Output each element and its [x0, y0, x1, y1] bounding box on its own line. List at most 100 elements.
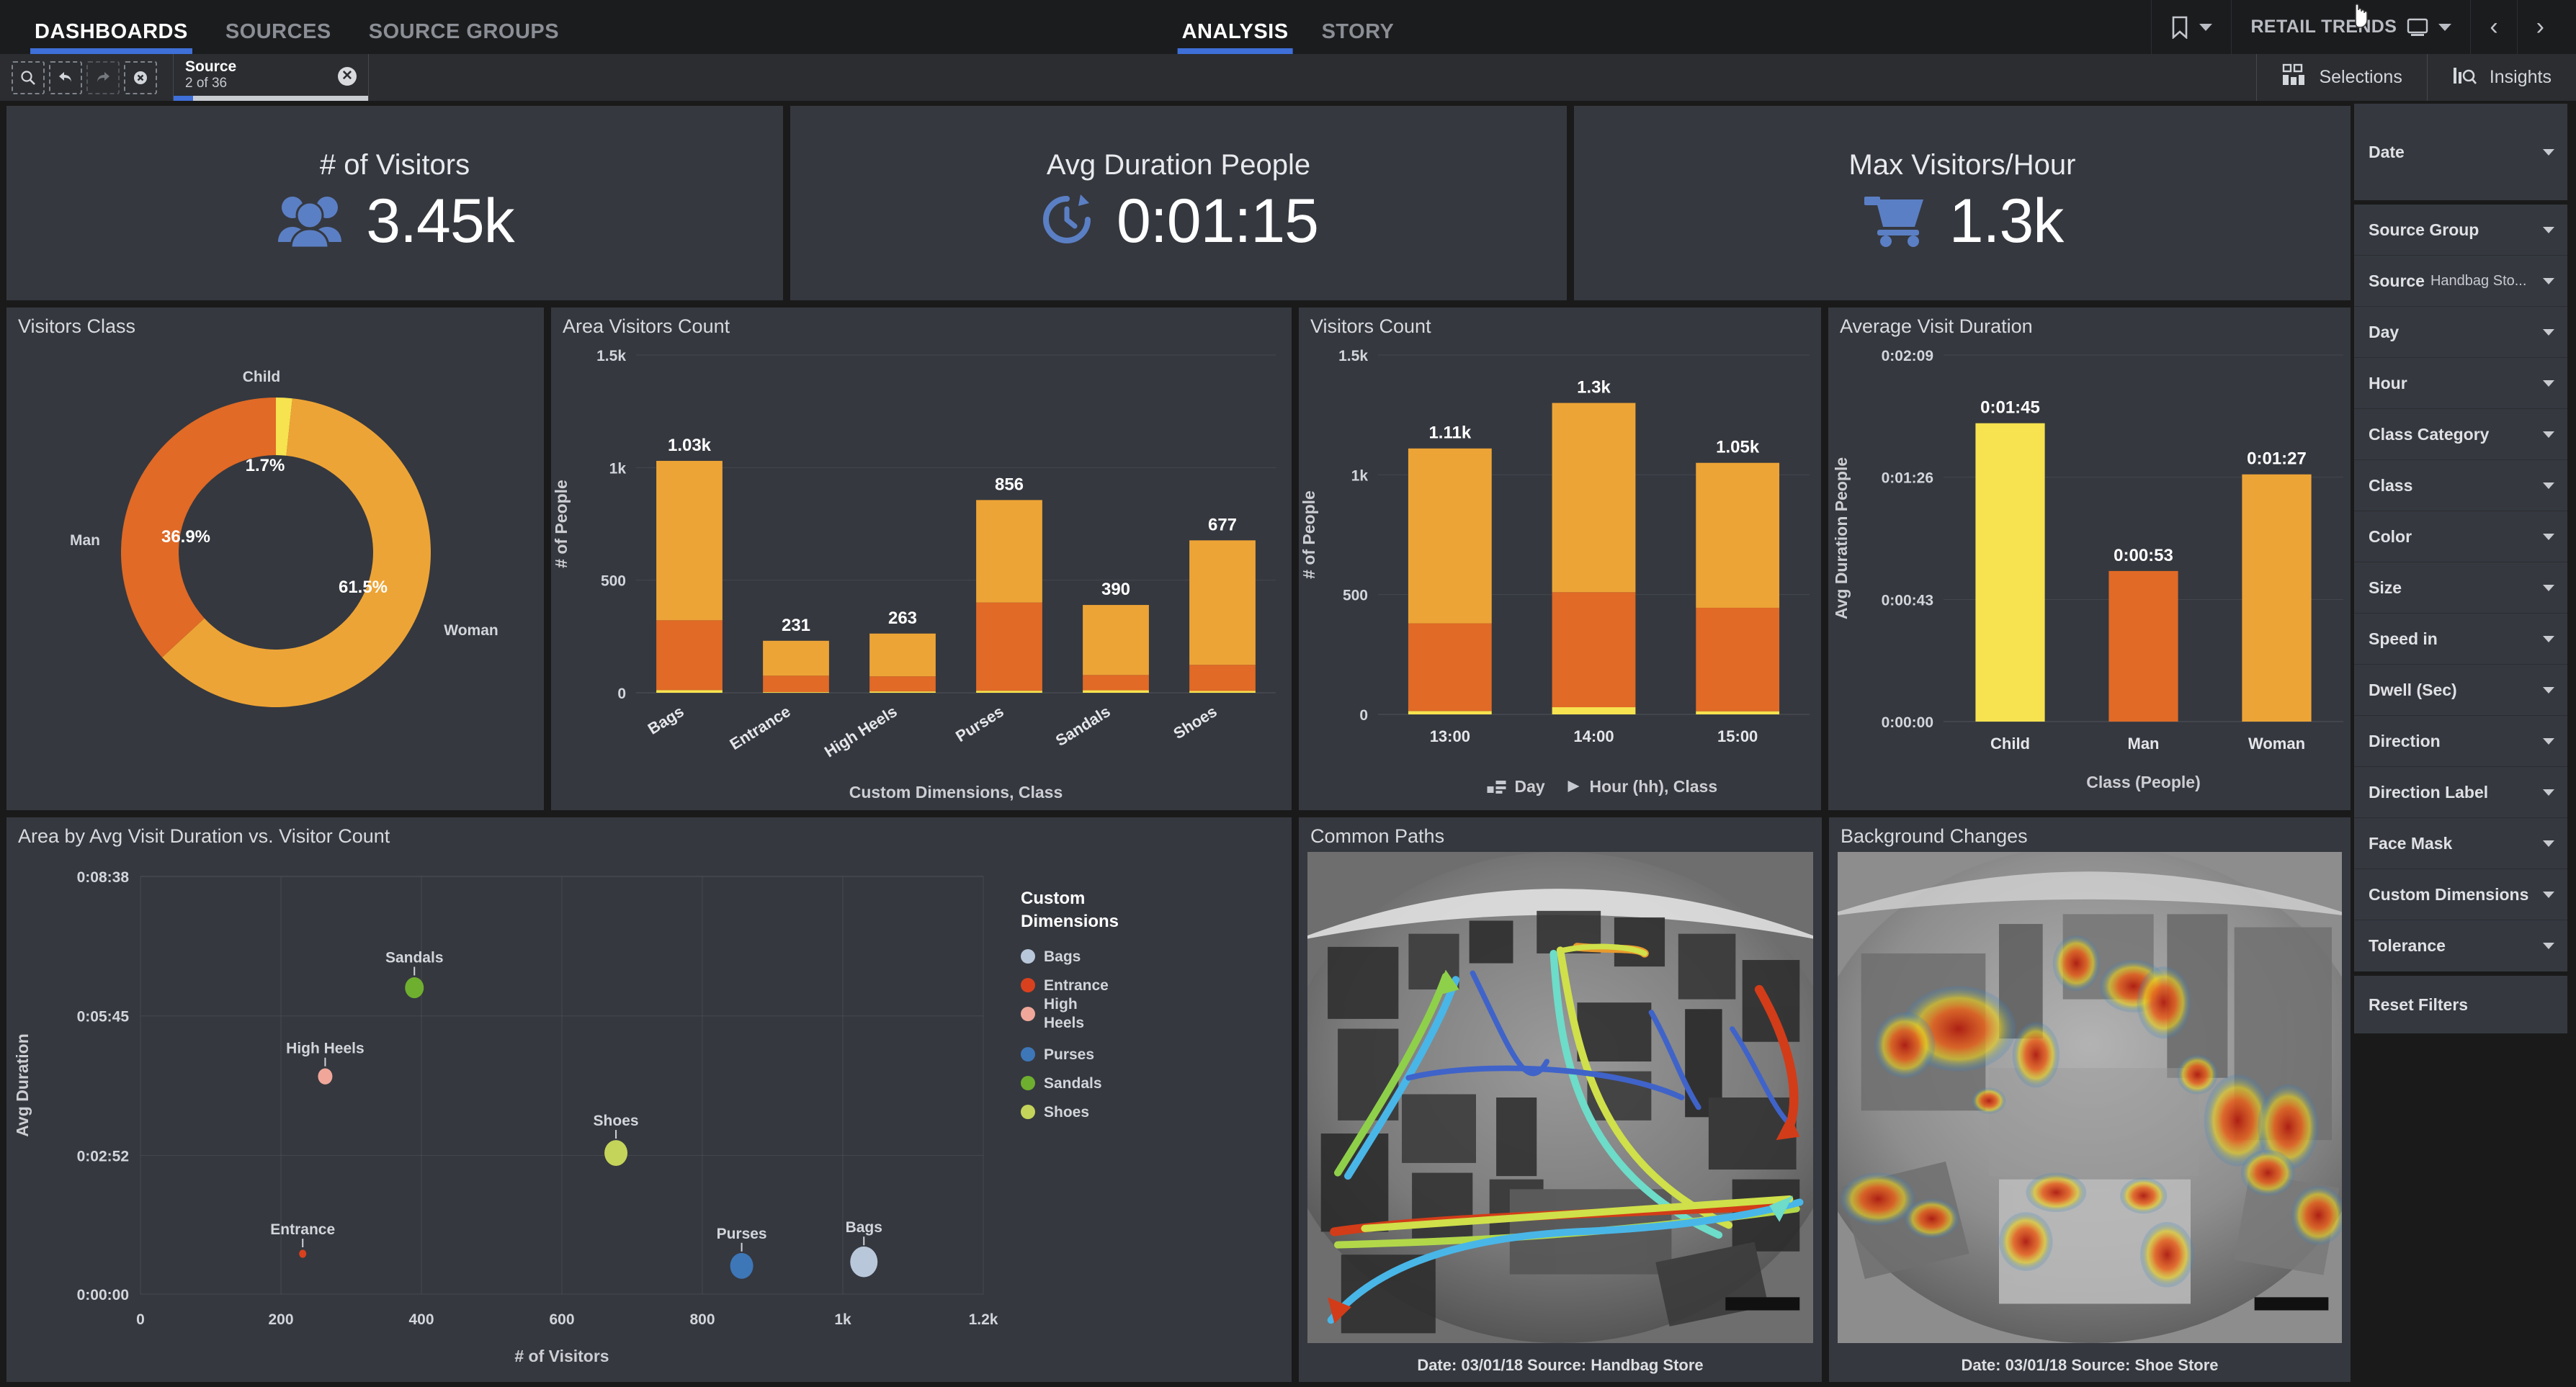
bar-segment[interactable]	[869, 633, 936, 677]
filter-item-date[interactable]: Date	[2354, 104, 2567, 200]
bar-segment[interactable]	[1189, 540, 1256, 665]
panel-area-visitors-count[interactable]: Area Visitors Count 0 500 1k 1.5k 1.03k Bags 2…	[550, 307, 1292, 811]
filter-item-speed-in[interactable]: Speed in	[2354, 614, 2567, 665]
bar-segment[interactable]	[656, 460, 723, 621]
legend-label[interactable]: Purses	[1044, 1046, 1094, 1063]
legend-label[interactable]: High	[1044, 996, 1078, 1013]
bar-segment[interactable]	[1083, 675, 1149, 691]
bar-segment[interactable]	[1552, 592, 1636, 708]
bar-segment[interactable]	[1408, 448, 1492, 624]
filter-item-dwell-sec[interactable]: Dwell (Sec)	[2354, 665, 2567, 716]
scatter-point-sandals[interactable]	[405, 977, 424, 999]
x-category-label[interactable]: Entrance	[727, 702, 794, 753]
bar-segment[interactable]	[976, 500, 1042, 603]
sheet-selector[interactable]: RETAIL TRENDS	[2231, 0, 2470, 54]
legend-swatch-high-heels[interactable]	[1021, 1007, 1035, 1021]
average-visit-duration-chart[interactable]: 0:00:00 0:00:43 0:01:26 0:02:09 0:01:45 Child…	[1828, 336, 2356, 808]
x-category-label[interactable]: Shoes	[1170, 702, 1220, 742]
next-sheet-button[interactable]: ›	[2516, 0, 2563, 54]
scatter-point-high-heels[interactable]	[318, 1068, 333, 1085]
kpi-visitors[interactable]: # of Visitors 3.45k	[6, 105, 784, 301]
common-paths-image[interactable]	[1276, 852, 1844, 1343]
clear-selections-icon[interactable]	[124, 60, 157, 94]
bar-segment[interactable]	[656, 690, 723, 693]
bar-segment[interactable]	[656, 620, 723, 691]
bar-segment[interactable]	[1408, 711, 1492, 714]
bar-segment[interactable]	[869, 676, 936, 692]
legend-swatch-bags[interactable]	[1021, 949, 1035, 964]
bookmarks-button[interactable]	[2151, 0, 2231, 54]
x-category-label[interactable]: Woman	[2248, 735, 2305, 753]
scatter-point-shoes[interactable]	[604, 1140, 628, 1166]
bar-segment[interactable]	[1696, 462, 1780, 608]
legend-label[interactable]: Entrance	[1044, 977, 1109, 994]
scatter-chart[interactable]: 0:00:00 0:02:52 0:05:45 0:08:38 0 200 400 600 80…	[6, 848, 1293, 1381]
bar-segment[interactable]	[1189, 691, 1256, 693]
x-category-label[interactable]: Man	[2128, 735, 2160, 753]
x-category-label[interactable]: Purses	[952, 702, 1006, 745]
previous-sheet-button[interactable]: ‹	[2470, 0, 2516, 54]
filter-item-direction[interactable]: Direction	[2354, 716, 2567, 767]
bar-segment[interactable]	[763, 640, 829, 676]
bar-segment[interactable]	[763, 675, 829, 693]
bar-segment[interactable]	[763, 692, 829, 694]
legend-swatch-sandals[interactable]	[1021, 1076, 1035, 1090]
panel-scatter[interactable]: Area by Avg Visit Duration vs. Visitor C…	[6, 817, 1292, 1383]
bar-segment[interactable]	[1189, 665, 1256, 691]
selections-button[interactable]: Selections	[2256, 54, 2426, 101]
filter-item-class-category[interactable]: Class Category	[2354, 409, 2567, 460]
selection-chip-clear-icon[interactable]: ✕	[338, 67, 357, 86]
bar-segment[interactable]	[1552, 707, 1636, 714]
nav-item-source-groups[interactable]: SOURCE GROUPS	[369, 20, 559, 54]
bar-segment[interactable]	[1408, 623, 1492, 712]
bar-segment[interactable]	[1083, 605, 1149, 675]
filter-item-custom-dimensions[interactable]: Custom Dimensions	[2354, 869, 2567, 920]
tab-story[interactable]: STORY	[1322, 20, 1395, 54]
bar-woman[interactable]	[2242, 474, 2312, 722]
filter-item-class[interactable]: Class	[2354, 460, 2567, 511]
drilldown-level-day[interactable]: Day	[1515, 777, 1545, 796]
filter-item-tolerance[interactable]: Tolerance	[2354, 920, 2567, 971]
filter-item-source-group[interactable]: Source Group	[2354, 205, 2567, 256]
search-selections-icon[interactable]	[12, 60, 45, 94]
step-forward-icon[interactable]	[86, 60, 120, 94]
tab-analysis[interactable]: ANALYSIS	[1177, 20, 1293, 54]
filter-item-face-mask[interactable]: Face Mask	[2354, 818, 2567, 869]
filter-item-direction-label[interactable]: Direction Label	[2354, 767, 2567, 818]
legend-label[interactable]: Shoes	[1044, 1104, 1089, 1121]
insights-button[interactable]: Insights	[2426, 54, 2576, 101]
nav-item-sources[interactable]: SOURCES	[225, 20, 331, 54]
panel-visitors-class[interactable]: Visitors Class Child Man Woman 1.7% 36.9% 61.…	[6, 307, 545, 811]
step-back-icon[interactable]	[49, 60, 82, 94]
bar-man[interactable]	[2108, 570, 2178, 722]
reset-filters-button[interactable]: Reset Filters	[2354, 976, 2567, 1033]
legend-label[interactable]: Heels	[1044, 1015, 1084, 1031]
bar-segment[interactable]	[1696, 607, 1780, 712]
legend-label[interactable]: Sandals	[1044, 1075, 1102, 1092]
scatter-point-bags[interactable]	[850, 1246, 878, 1278]
filter-item-color[interactable]: Color	[2354, 511, 2567, 562]
legend-swatch-purses[interactable]	[1021, 1047, 1035, 1061]
nav-item-dashboards[interactable]: DASHBOARDS	[30, 20, 192, 54]
background-changes-image[interactable]	[1804, 845, 2376, 1343]
panel-average-visit-duration[interactable]: Average Visit Duration 0:00:00 0:00:43 0:0…	[1828, 307, 2351, 811]
scatter-point-entrance[interactable]	[299, 1249, 307, 1258]
filter-item-hour[interactable]: Hour	[2354, 358, 2567, 409]
bar-segment[interactable]	[1083, 690, 1149, 693]
panel-common-paths[interactable]: Common Paths Date: 03/01/18 Source: Hand…	[1276, 817, 1844, 1383]
x-category-label[interactable]: 13:00	[1430, 727, 1470, 745]
bar-child[interactable]	[1975, 423, 2045, 722]
donut-chart[interactable]: Child Man Woman 1.7% 36.9% 61.5%	[6, 336, 545, 804]
x-category-label[interactable]: Sandals	[1052, 702, 1114, 750]
x-category-label[interactable]: High Heels	[821, 702, 900, 760]
selection-chip-source[interactable]: Source 2 of 36 ✕	[173, 54, 369, 101]
legend-swatch-entrance[interactable]	[1021, 978, 1035, 992]
area-visitors-count-chart[interactable]: 0 500 1k 1.5k 1.03k Bags 231 Entrance 263 High He…	[551, 336, 1293, 808]
x-category-label[interactable]: 15:00	[1717, 727, 1758, 745]
panel-background-changes[interactable]: Background Changes Date: 03/01/18 Source…	[1804, 817, 2376, 1383]
x-category-label[interactable]: 14:00	[1573, 727, 1614, 745]
bar-segment[interactable]	[1552, 403, 1636, 593]
panel-visitors-count[interactable]: Visitors Count 0 500 1k 1.5k 1.11k 13:00 1.3k 1…	[1298, 307, 1822, 811]
bar-segment[interactable]	[869, 691, 936, 693]
bar-segment[interactable]	[976, 691, 1042, 693]
